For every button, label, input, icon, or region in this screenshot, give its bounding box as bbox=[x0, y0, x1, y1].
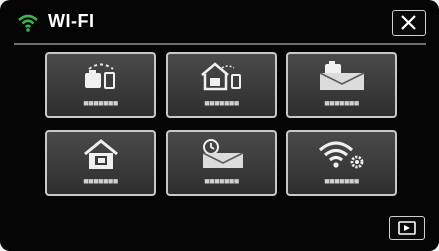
video-mail-button[interactable]: ■■■■■■■ bbox=[286, 52, 397, 118]
tile-label: ■■■■■■■ bbox=[204, 176, 239, 186]
header-divider bbox=[14, 43, 426, 45]
tile-label: ■■■■■■■ bbox=[324, 176, 359, 186]
tile-label: ■■■■■■■ bbox=[204, 98, 239, 108]
playback-button[interactable] bbox=[389, 216, 425, 240]
scheduled-mail-icon bbox=[168, 138, 275, 172]
tile-label: ■■■■■■■ bbox=[83, 176, 118, 186]
close-button[interactable] bbox=[392, 10, 426, 36]
wifi-settings-button[interactable]: ■■■■■■■ bbox=[286, 130, 397, 196]
home-button[interactable]: ■■■■■■■ bbox=[45, 130, 156, 196]
header-bar: WI-FI bbox=[0, 0, 439, 43]
tile-label: ■■■■■■■ bbox=[83, 98, 118, 108]
wifi-settings-icon bbox=[288, 138, 395, 172]
direct-monitoring-icon bbox=[47, 60, 154, 94]
indoor-monitoring-icon bbox=[168, 60, 275, 94]
direct-monitoring-button[interactable]: ■■■■■■■ bbox=[45, 52, 156, 118]
tile-label: ■■■■■■■ bbox=[324, 98, 359, 108]
home-icon bbox=[47, 138, 154, 172]
scheduled-mail-button[interactable]: ■■■■■■■ bbox=[166, 130, 277, 196]
screen-title: WI-FI bbox=[48, 11, 95, 31]
camera-screen: WI-FI ■■■■■■■ ■■■■■■■ ■■■■■■■ ■■■■■■■ ■■… bbox=[0, 0, 439, 251]
indoor-monitoring-button[interactable]: ■■■■■■■ bbox=[166, 52, 277, 118]
wifi-icon bbox=[18, 14, 38, 32]
video-mail-icon bbox=[288, 60, 395, 94]
